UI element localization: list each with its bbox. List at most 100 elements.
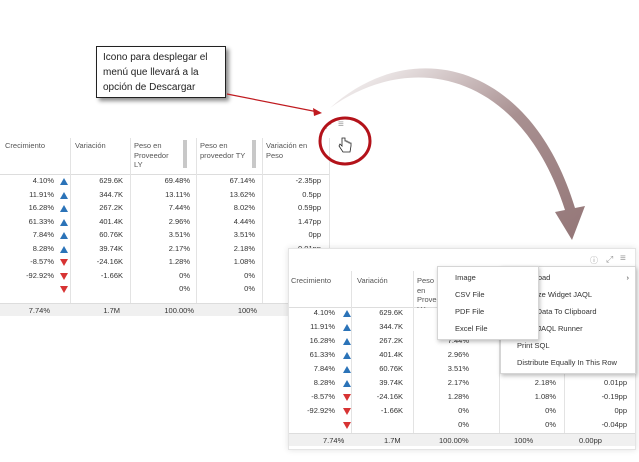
cell-peso-ly: 0% <box>179 284 190 293</box>
download-submenu: Image CSV File PDF File Excel File <box>437 266 539 340</box>
cell-peso-ty: 1.08% <box>534 392 556 401</box>
hamburger-menu-icon[interactable]: ≡ <box>620 253 626 264</box>
cell-peso-ty: 4.44% <box>233 216 255 226</box>
cell-peso-ly: 2.17% <box>447 378 469 387</box>
cell-peso-ly: 2.96% <box>168 216 190 226</box>
cell-variacion: 344.7K <box>379 322 403 331</box>
totals-row: 7.74% 1.7M 100.00% 100% 0.00pp <box>289 433 635 446</box>
table-row: 0% 0% -0.04pp <box>289 419 635 431</box>
cell-peso-ty: 3.51% <box>233 230 255 239</box>
table-row: -92.92%-1.66K0%0%0pp <box>289 405 635 417</box>
total-crecimiento: 7.74% <box>323 436 345 445</box>
cell-crecimiento: 4.10% <box>32 176 54 185</box>
cell-variacion-peso: 1.47pp <box>298 216 321 226</box>
cell-variacion: 267.2K <box>379 336 403 345</box>
cell-variacion: 60.76K <box>99 230 123 239</box>
cell-peso-ly: 0% <box>179 270 190 280</box>
header-variacion-peso: Variación en Peso <box>266 141 308 160</box>
cell-peso-ly: 3.51% <box>447 364 469 373</box>
total-peso-ly: 100.00% <box>164 306 194 315</box>
info-icon[interactable]: ⓘ <box>590 255 598 266</box>
menu-item-csv[interactable]: CSV File <box>438 286 538 303</box>
header-crecimiento: Crecimiento <box>5 141 46 150</box>
cell-peso-ly: 0% <box>458 420 469 429</box>
table-row: 11.91% 344.7K 13.11% 13.62% 0.5pp <box>0 189 330 201</box>
totals-row: 7.74% 1.7M 100.00% 100% <box>0 303 330 316</box>
table-row: 0%0%-0.04pp <box>0 283 330 295</box>
cell-peso-ly: 1.28% <box>168 257 190 266</box>
cell-peso-ly: 1.28% <box>447 392 469 401</box>
cell-crecimiento: 61.33% <box>28 216 54 226</box>
cell-crecimiento: -8.57% <box>30 257 54 266</box>
callout-note: Icono para desplegar el menú que llevará… <box>96 46 226 98</box>
cell-variacion-peso: -0.19pp <box>601 392 627 401</box>
cell-peso-ly: 2.96% <box>447 350 469 359</box>
table-row: 16.28% 267.2K 7.44% 8.02% 0.59pp <box>0 202 330 214</box>
expand-icon[interactable]: ⤢ <box>606 254 613 265</box>
table-row: 8.28%39.74K2.17%2.18%0.01pp <box>289 377 635 389</box>
cell-peso-ty: 1.08% <box>233 257 255 266</box>
table-row: 7.84% 60.76K 3.51% 3.51% 0pp <box>0 229 330 241</box>
cell-variacion-peso: -2.35pp <box>295 176 321 185</box>
cell-variacion: 401.4K <box>379 350 403 359</box>
table-header-row: Crecimiento Variación Peso en Proveedor … <box>0 138 330 175</box>
column-resize-handle[interactable] <box>183 140 187 168</box>
cell-variacion: -1.66K <box>380 406 403 415</box>
callout-line-2: menú que llevará a la <box>103 67 199 78</box>
cell-variacion: 344.7K <box>99 189 123 199</box>
header-variacion: Variación <box>357 276 388 285</box>
cell-variacion: 401.4K <box>99 216 123 226</box>
curved-arrow <box>330 68 585 240</box>
menu-item-image[interactable]: Image <box>438 269 538 286</box>
cell-crecimiento: 8.28% <box>32 243 54 253</box>
header-peso-ty: Peso en proveedor TY <box>200 141 246 160</box>
table-row: 61.33% 401.4K 2.96% 4.44% 1.47pp <box>0 216 330 228</box>
callout-line-3: opción de Descargar <box>103 82 196 93</box>
cell-variacion: 629.6K <box>99 176 123 185</box>
header-crecimiento: Crecimiento <box>291 276 332 285</box>
cell-variacion-peso: 0pp <box>308 230 321 239</box>
cell-crecimiento: -92.92% <box>26 270 54 280</box>
hand-cursor-icon <box>338 137 352 153</box>
cell-crecimiento: 11.91% <box>29 189 54 199</box>
cell-variacion: 629.6K <box>379 308 403 317</box>
menu-item-excel[interactable]: Excel File <box>438 320 538 337</box>
callout-pointer-line <box>226 93 319 113</box>
cell-peso-ty: 0% <box>545 406 556 415</box>
total-variacion: 1.7M <box>103 306 120 315</box>
chevron-right-icon: › <box>626 273 630 282</box>
cell-peso-ty: 0% <box>545 420 556 429</box>
cell-peso-ly: 13.11% <box>165 189 190 199</box>
cell-variacion: 267.2K <box>99 203 123 212</box>
cell-variacion-peso: -0.04pp <box>601 420 627 429</box>
header-variacion: Variación <box>75 141 106 150</box>
callout-line-1: Icono para desplegar el <box>103 52 208 63</box>
cell-crecimiento: 16.28% <box>28 203 54 212</box>
cell-peso-ty: 13.62% <box>229 189 255 199</box>
callout-pointer-arrowhead <box>313 108 322 116</box>
cell-peso-ly: 3.51% <box>168 230 190 239</box>
total-crecimiento: 7.74% <box>28 306 50 315</box>
total-variacion: 1.7M <box>384 436 401 445</box>
cell-variacion: -1.66K <box>100 270 123 280</box>
cell-peso-ly: 7.44% <box>168 203 190 212</box>
expand-icon[interactable]: ⤢ <box>324 120 331 131</box>
cell-peso-ly: 69.48% <box>164 176 190 185</box>
table-row: 8.28%39.74K2.17%2.18%0.01pp <box>0 243 330 255</box>
column-resize-handle[interactable] <box>252 140 256 168</box>
table-row: -92.92%-1.66K0%0%0pp <box>0 270 330 282</box>
menu-item-pdf[interactable]: PDF File <box>438 303 538 320</box>
menu-item-distribute-equally[interactable]: Distribute Equally In This Row <box>501 354 635 371</box>
cell-peso-ly: 0% <box>458 406 469 415</box>
cell-peso-ly: 2.17% <box>168 243 190 253</box>
cell-crecimiento: 4.10% <box>313 308 335 317</box>
cell-variacion-peso: 0.59pp <box>298 203 321 212</box>
cell-variacion-peso: 0.5pp <box>302 189 321 199</box>
cell-crecimiento: 7.84% <box>32 230 54 239</box>
hamburger-menu-icon[interactable]: ≡ <box>338 119 344 130</box>
cell-crecimiento: -8.57% <box>311 392 335 401</box>
cell-peso-ty: 0% <box>244 284 255 293</box>
cell-peso-ty: 2.18% <box>534 378 556 387</box>
cell-peso-ty: 2.18% <box>233 243 255 253</box>
table-row: -8.57% -24.16K 1.28% 1.08% -0.19pp <box>289 391 635 403</box>
